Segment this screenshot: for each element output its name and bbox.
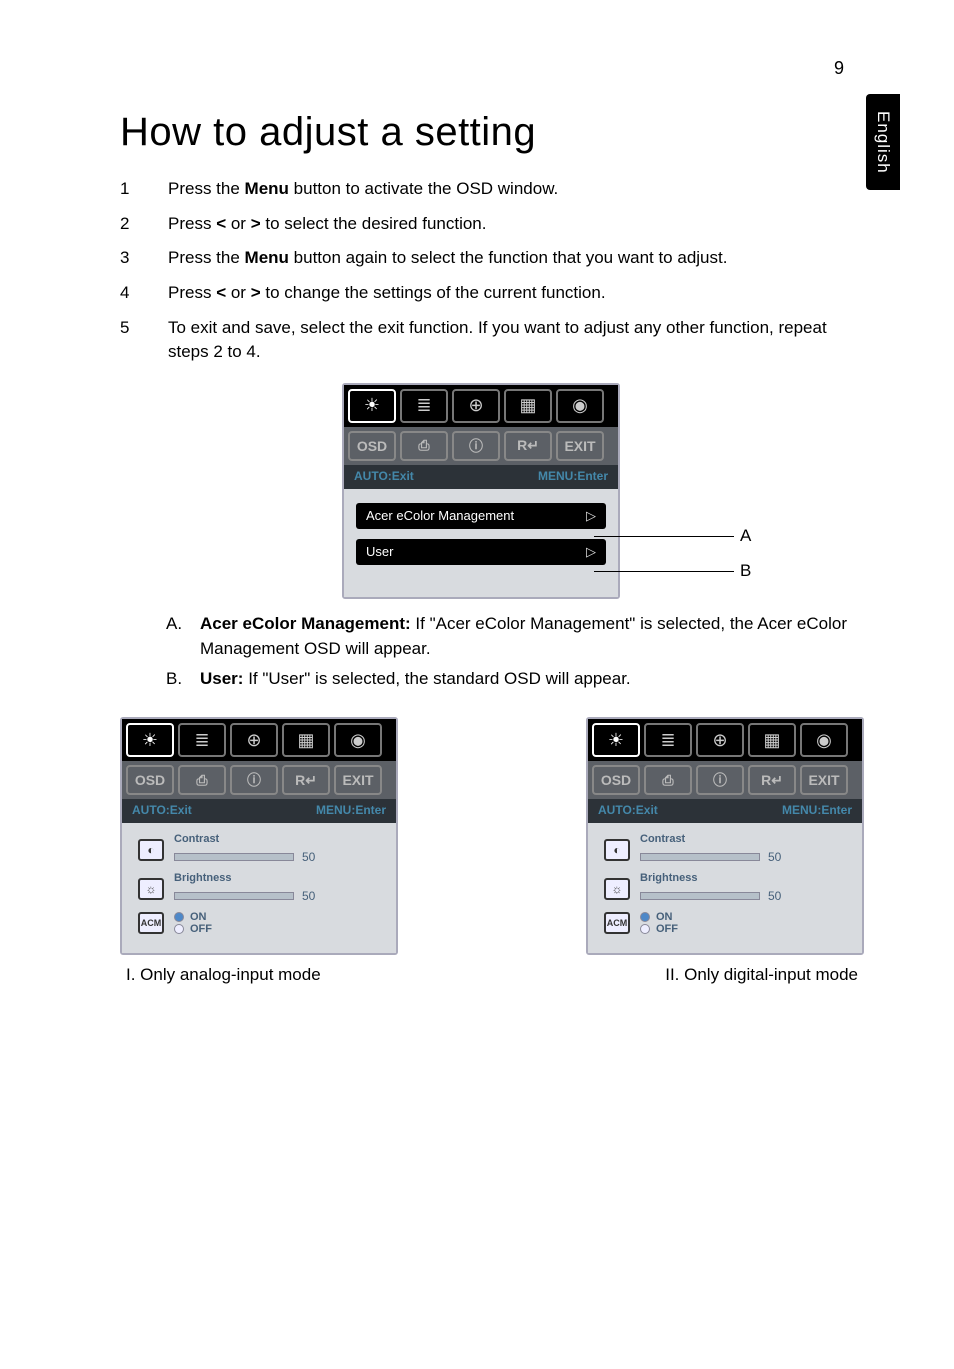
globe-icon: ◉ xyxy=(334,723,382,757)
sublist-b: B. User: If "User" is selected, the stan… xyxy=(166,666,864,692)
brightness-icon: ☼ xyxy=(604,878,630,900)
osd-sub-reset: R↵ xyxy=(504,431,552,461)
step-1: Press the Menu button to activate the OS… xyxy=(120,177,864,202)
callout-label-b: B xyxy=(740,561,751,581)
caption-digital: II. Only digital-input mode xyxy=(665,965,858,985)
language-tab: English xyxy=(866,94,900,190)
callout-line-b xyxy=(594,571,734,572)
callout-label-a: A xyxy=(740,526,751,546)
osd-sub-reset: R↵ xyxy=(282,765,330,795)
osd-sub-exit: EXIT xyxy=(800,765,848,795)
dual-osd-figures: ☀ ≣ ⊕ ▦ ◉ OSD ⎙ ⓘ R↵ EXIT AUTO:Exit MENU… xyxy=(120,717,864,955)
arrow-icon: ▷ xyxy=(586,508,596,524)
hint-auto-exit: AUTO:Exit xyxy=(132,803,192,817)
on-dot-icon xyxy=(174,912,184,922)
acm-row: ACM ON OFF xyxy=(604,911,846,935)
osd-sub-exit: EXIT xyxy=(334,765,382,795)
osd-sub-info: ⓘ xyxy=(230,765,278,795)
caption-analog: I. Only analog-input mode xyxy=(126,965,321,985)
osd-analog-panel: ☀ ≣ ⊕ ▦ ◉ OSD ⎙ ⓘ R↵ EXIT AUTO:Exit MENU… xyxy=(120,717,398,955)
user-row: User▷ xyxy=(356,539,606,565)
hint-auto-exit: AUTO:Exit xyxy=(598,803,658,817)
acm-row: ACM ON OFF xyxy=(138,911,380,935)
page-title: How to adjust a setting xyxy=(120,110,864,155)
brightness-row: ☼ Brightness 50 xyxy=(604,872,846,905)
globe-icon: ◉ xyxy=(556,389,604,423)
osd-main-figure: ☀ ≣ ⊕ ▦ ◉ OSD ⎙ ⓘ R↵ EXIT AUTO:Exit MENU… xyxy=(120,383,864,599)
off-dot-icon xyxy=(640,924,650,934)
osd-sub-osd: OSD xyxy=(348,431,396,461)
osd-digital-panel: ☀ ≣ ⊕ ▦ ◉ OSD ⎙ ⓘ R↵ EXIT AUTO:Exit MENU… xyxy=(586,717,864,955)
osd-lower-area: Acer eColor Management▷ User▷ xyxy=(344,489,618,597)
sublist: A. Acer eColor Management: If "Acer eCol… xyxy=(166,611,864,692)
callout-line-a xyxy=(594,536,734,537)
osd-sub-osd: OSD xyxy=(126,765,174,795)
position-icon: ⊕ xyxy=(230,723,278,757)
settings-area-digital: ◐ Contrast 50 ☼ Brightness 50 ACM ON OFF xyxy=(588,823,862,953)
page-number: 9 xyxy=(834,58,844,79)
contrast-row: ◐ Contrast 50 xyxy=(138,833,380,866)
osd-sub-info: ⓘ xyxy=(696,765,744,795)
osd-sub-tool: ⎙ xyxy=(178,765,226,795)
contrast-row: ◐ Contrast 50 xyxy=(604,833,846,866)
osd-sub-tabs: OSD ⎙ ⓘ R↵ EXIT xyxy=(344,427,618,465)
step-4: Press < or > to change the settings of t… xyxy=(120,281,864,306)
hint-auto-exit: AUTO:Exit xyxy=(354,469,414,483)
list-icon: ≣ xyxy=(400,389,448,423)
osd-sub-osd: OSD xyxy=(592,765,640,795)
globe-icon: ◉ xyxy=(800,723,848,757)
color-icon: ▦ xyxy=(504,389,552,423)
hint-menu-enter: MENU:Enter xyxy=(538,469,608,483)
color-icon: ▦ xyxy=(748,723,796,757)
osd-top-tabs: ☀ ≣ ⊕ ▦ ◉ xyxy=(344,385,618,427)
figure-captions: I. Only analog-input mode II. Only digit… xyxy=(120,965,864,985)
osd-sub-exit: EXIT xyxy=(556,431,604,461)
brightness-icon: ☼ xyxy=(138,878,164,900)
contrast-icon: ◐ xyxy=(604,839,630,861)
arrow-icon: ▷ xyxy=(586,544,596,560)
brightness-row: ☼ Brightness 50 xyxy=(138,872,380,905)
acm-icon: ACM xyxy=(138,912,164,934)
contrast-icon: ◐ xyxy=(138,839,164,861)
step-2: Press < or > to select the desired funct… xyxy=(120,212,864,237)
hint-menu-enter: MENU:Enter xyxy=(782,803,852,817)
sublist-a: A. Acer eColor Management: If "Acer eCol… xyxy=(166,611,864,662)
off-dot-icon xyxy=(174,924,184,934)
sun-icon: ☀ xyxy=(126,723,174,757)
osd-panel: ☀ ≣ ⊕ ▦ ◉ OSD ⎙ ⓘ R↵ EXIT AUTO:Exit MENU… xyxy=(342,383,620,599)
sun-icon: ☀ xyxy=(348,389,396,423)
acer-ecolor-row: Acer eColor Management▷ xyxy=(356,503,606,529)
language-tab-label: English xyxy=(873,111,893,174)
position-icon: ⊕ xyxy=(452,389,500,423)
step-5: To exit and save, select the exit functi… xyxy=(120,316,864,365)
hint-menu-enter: MENU:Enter xyxy=(316,803,386,817)
list-icon: ≣ xyxy=(178,723,226,757)
list-icon: ≣ xyxy=(644,723,692,757)
sun-icon: ☀ xyxy=(592,723,640,757)
settings-area-analog: ◐ Contrast 50 ☼ Brightness 50 ACM ON OFF xyxy=(122,823,396,953)
on-dot-icon xyxy=(640,912,650,922)
osd-sub-info: ⓘ xyxy=(452,431,500,461)
osd-sub-reset: R↵ xyxy=(748,765,796,795)
step-3: Press the Menu button again to select th… xyxy=(120,246,864,271)
osd-sub-tool: ⎙ xyxy=(400,431,448,461)
position-icon: ⊕ xyxy=(696,723,744,757)
color-icon: ▦ xyxy=(282,723,330,757)
osd-hint-row: AUTO:Exit MENU:Enter xyxy=(344,465,618,489)
instruction-list: Press the Menu button to activate the OS… xyxy=(120,177,864,365)
osd-sub-tool: ⎙ xyxy=(644,765,692,795)
acm-icon: ACM xyxy=(604,912,630,934)
